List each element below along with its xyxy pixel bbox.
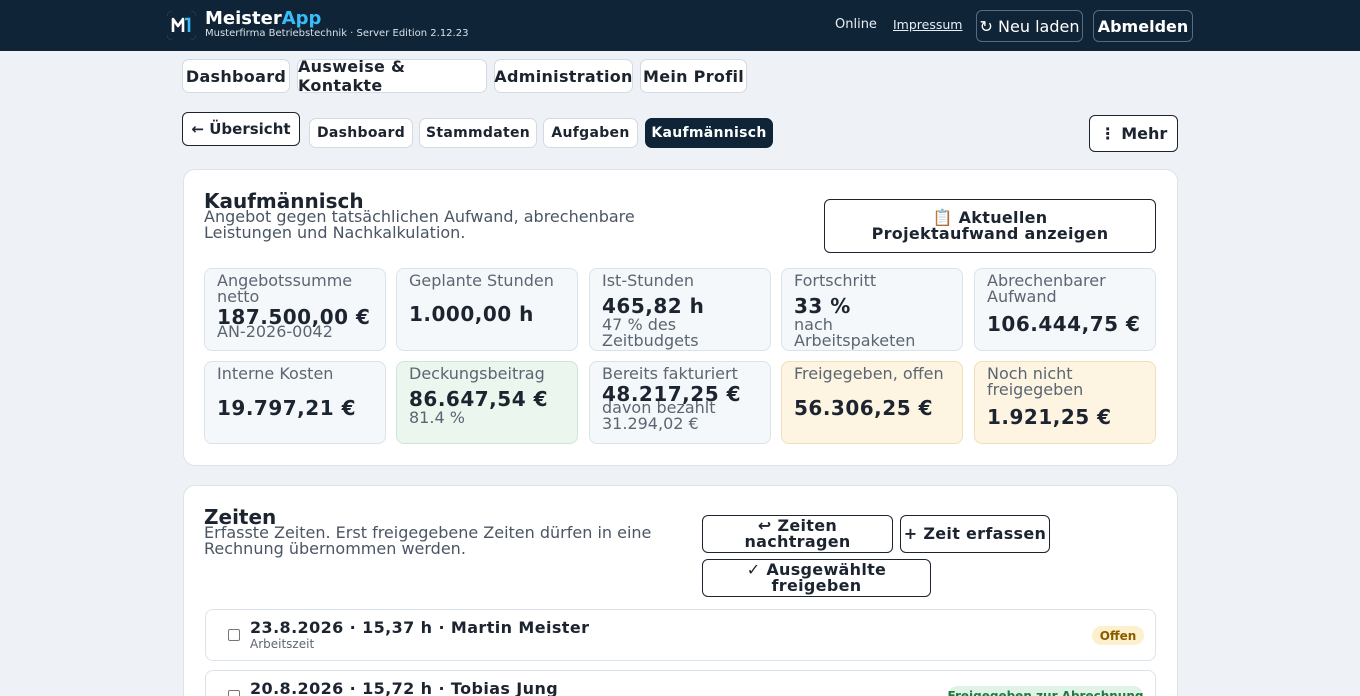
kpi-value: 33 % [794,294,851,318]
entry-checkbox[interactable] [228,690,240,696]
kpi-already-invoiced: Bereits fakturiert 48.217,25 € davon bez… [589,361,771,444]
kpi-progress: Fortschritt 33 % nach Arbeitspaketen [781,268,963,351]
kpi-label: Ist-Stunden [602,271,694,290]
tab-stammdaten[interactable]: Stammdaten [419,118,537,148]
entry-type: Arbeitszeit [250,637,315,651]
kpi-label: Fortschritt [794,271,877,290]
kpi-offer-total: Angebotssumme netto 187.500,00 € AN-2026… [204,268,386,351]
release-selected-button[interactable]: ✓ Ausgewählte freigeben [702,559,931,597]
commercial-description: Angebot gegen tatsächlichen Aufwand, abr… [204,207,635,242]
kpi-label: Deckungsbeitrag [409,364,545,383]
kpi-sub: 81.4 % [409,408,465,427]
nav-ausweise-kontakte[interactable]: Ausweise & Kontakte [297,57,487,95]
tab-kaufmaennisch[interactable]: Kaufmännisch [645,118,773,148]
backfill-times-button[interactable]: ↩ Zeiten nachtragen [702,515,893,553]
kpi-value: 465,82 h [602,294,705,318]
status-badge: Freigegeben zur Abrechnung [948,686,1143,696]
tab-dashboard[interactable]: Dashboard [309,118,413,148]
kpi-planned-hours: Geplante Stunden 1.000,00 h [396,268,578,351]
kpi-internal-costs: Interne Kosten 19.797,21 € [204,361,386,444]
kpi-sub: 47 % des Zeitbudgets [602,315,699,350]
kpi-label: Bereits fakturiert [602,364,738,383]
kpi-label: Noch nicht freigegeben [987,364,1084,399]
nav-mein-profil[interactable]: Mein Profil [640,59,747,93]
logout-button[interactable]: Abmelden [1093,10,1193,42]
online-status: Online [835,17,877,32]
kpi-sub: nach Arbeitspaketen [794,315,916,350]
app-subtitle: Musterfirma Betriebstechnik · Server Edi… [205,28,469,39]
kpi-released-open: Freigegeben, offen 56.306,25 € [781,361,963,444]
kpi-sub: AN-2026-0042 [217,322,333,341]
app-brand: MeisterApp [205,8,321,30]
entry-title: 23.8.2026 · 15,37 h · Martin Meister [250,618,590,637]
kpi-contribution-margin: Deckungsbeitrag 86.647,54 € 81.4 % [396,361,578,444]
kpi-label: Angebotssumme netto [217,271,353,306]
brand-main: Meister [205,8,282,29]
impressum-link[interactable]: Impressum [893,17,962,32]
times-description: Erfasste Zeiten. Erst freigegebene Zeite… [204,523,652,558]
kpi-actual-hours: Ist-Stunden 465,82 h 47 % des Zeitbudget… [589,268,771,351]
nav-dashboard[interactable]: Dashboard [182,59,290,93]
top-bar: MeisterApp Musterfirma Betriebstechnik ·… [0,0,1360,51]
kpi-not-released: Noch nicht freigegeben 1.921,25 € [974,361,1156,444]
kpi-value: 1.921,25 € [987,405,1112,429]
tab-aufgaben[interactable]: Aufgaben [543,118,638,148]
show-project-effort-button[interactable]: 📋 Aktuellen Projektaufwand anzeigen [824,199,1156,253]
time-entry-row: 20.8.2026 · 15,72 h · Tobias Jung Freige… [205,670,1156,696]
kpi-billable-effort: Abrechenbarer Aufwand 106.444,75 € [974,268,1156,351]
nav-administration[interactable]: Administration [494,59,633,93]
time-entry-row: 23.8.2026 · 15,37 h · Martin Meister Arb… [205,609,1156,661]
kpi-label: Geplante Stunden [409,271,554,290]
kpi-sub: davon bezahlt 31.294,02 € [602,398,716,433]
status-badge: Offen [1092,626,1144,645]
kpi-label: Freigegeben, offen [794,364,944,383]
kpi-value: 106.444,75 € [987,312,1141,336]
entry-checkbox[interactable] [228,629,240,641]
add-time-button[interactable]: + Zeit erfassen [900,515,1050,553]
kpi-label: Abrechenbarer Aufwand [987,271,1106,306]
brand-accent: App [281,8,322,29]
app-logo [167,11,196,40]
entry-title: 20.8.2026 · 15,72 h · Tobias Jung [250,679,559,696]
back-to-overview-button[interactable]: ← Übersicht [182,112,300,146]
kpi-label: Interne Kosten [217,364,334,383]
more-menu-button[interactable]: ⋮ Mehr [1089,115,1178,152]
kpi-value: 86.647,54 € [409,387,548,411]
kpi-value: 19.797,21 € [217,396,356,420]
kpi-value: 1.000,00 h [409,302,534,326]
reload-button[interactable]: ↻ Neu laden [976,10,1083,42]
kpi-value: 56.306,25 € [794,396,933,420]
